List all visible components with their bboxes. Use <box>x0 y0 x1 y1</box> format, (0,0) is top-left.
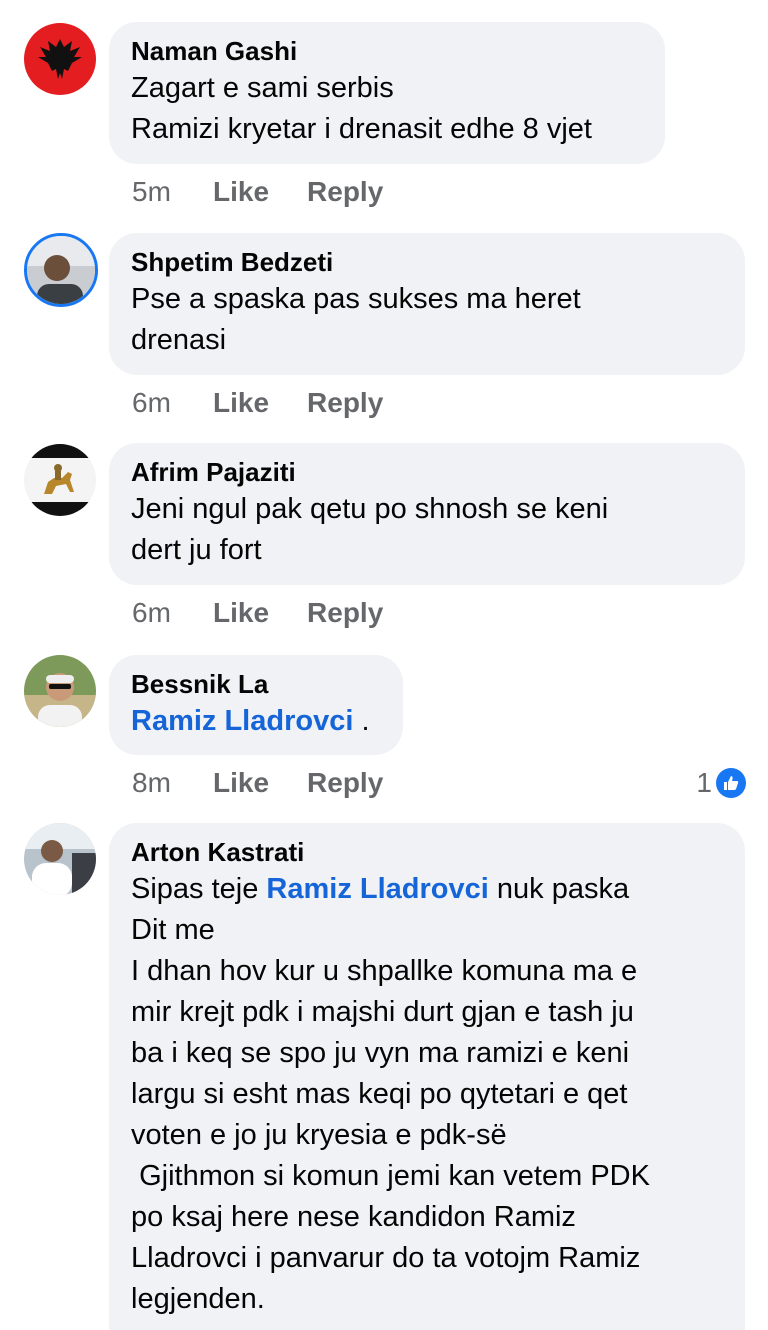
timestamp[interactable]: 6m <box>132 383 213 423</box>
comment-text-line: dert ju fort <box>131 534 262 566</box>
horse-rider-icon <box>24 444 96 516</box>
comment: Afrim Pajaziti Jeni ngul pak qetu po shn… <box>0 420 768 632</box>
comment-text-line: Lladrovci i panvarur do ta votojm Ramiz <box>131 1242 641 1274</box>
comment-bubble: Arton Kastrati Sipas teje Ramiz Lladrovc… <box>109 823 745 1330</box>
comment-text-line: Ramizi kryetar i drenasit edhe 8 vjet <box>131 113 592 145</box>
reaction-summary[interactable]: 1 <box>696 763 746 803</box>
profile-photo-icon <box>27 236 95 304</box>
comment-text-line: Gjithmon si komun jemi kan vetem PDK <box>131 1160 650 1192</box>
avatar[interactable] <box>24 233 98 307</box>
comment-actions: 5m Like Reply <box>132 172 421 212</box>
like-button[interactable]: Like <box>213 172 269 212</box>
comment-actions: 6m Like Reply <box>132 593 421 633</box>
comment-bubble: Bessnik La Ramiz Lladrovci . <box>109 655 403 755</box>
timestamp[interactable]: 5m <box>132 172 213 212</box>
comment-text-line: mir krejt pdk i majshi durt gjan e tash … <box>131 996 634 1028</box>
comment-text-line: largu si esht mas keqi po qytetari e qet <box>131 1078 628 1110</box>
avatar[interactable] <box>24 444 96 516</box>
avatar[interactable] <box>24 23 96 95</box>
reply-button[interactable]: Reply <box>307 593 383 633</box>
author-name[interactable]: Naman Gashi <box>131 34 643 68</box>
comment-text-line: Jeni ngul pak qetu po shnosh se keni <box>131 493 609 525</box>
comment-text-line: Sipas teje Ramiz Lladrovci nuk paska <box>131 869 723 910</box>
comment-text-line: voten e jo ju kryesia e pdk-së <box>131 1119 507 1151</box>
thumbs-up-icon <box>716 768 746 798</box>
comment-text-line: Ramiz Lladrovci . <box>131 701 381 742</box>
reply-button[interactable]: Reply <box>307 172 383 212</box>
comment-bubble: Shpetim Bedzeti Pse a spaska pas sukses … <box>109 233 745 375</box>
author-name[interactable]: Bessnik La <box>131 667 381 701</box>
comment-text-fragment: Sipas teje <box>131 873 267 905</box>
comment-text-line: ba i keq se spo ju vyn ma ramizi e keni <box>131 1037 630 1069</box>
author-name[interactable]: Arton Kastrati <box>131 835 723 869</box>
comment-bubble: Naman Gashi Zagart e sami serbis Ramizi … <box>109 22 665 164</box>
comment: Naman Gashi Zagart e sami serbis Ramizi … <box>0 0 768 210</box>
reply-button[interactable]: Reply <box>307 383 383 423</box>
comment-text-fragment: nuk paska <box>488 873 630 905</box>
avatar[interactable] <box>24 823 96 895</box>
timestamp[interactable]: 8m <box>132 763 213 803</box>
author-name[interactable]: Shpetim Bedzeti <box>131 245 723 279</box>
comment-actions: 6m Like Reply <box>132 383 421 423</box>
profile-photo-icon <box>24 655 96 727</box>
like-button[interactable]: Like <box>213 763 269 803</box>
mention-link[interactable]: Ramiz Lladrovci <box>266 873 488 905</box>
comment: Shpetim Bedzeti Pse a spaska pas sukses … <box>0 210 768 420</box>
comment-text-line: po ksaj here nese kandidon Ramiz <box>131 1201 576 1233</box>
mention-link[interactable]: Ramiz Lladrovci <box>131 705 353 737</box>
albanian-eagle-icon <box>38 39 82 79</box>
avatar[interactable] <box>24 655 96 727</box>
author-name[interactable]: Afrim Pajaziti <box>131 455 723 489</box>
comment-text-line: Dit me <box>131 914 215 946</box>
reaction-count: 1 <box>696 767 712 798</box>
comment-text-fragment: . <box>353 705 370 737</box>
profile-photo-car-icon <box>24 823 96 895</box>
comment-text-line: legjenden. <box>131 1283 265 1315</box>
comment-text-line: drenasi <box>131 324 227 356</box>
comment: Bessnik La Ramiz Lladrovci . 8m Like Rep… <box>0 632 768 810</box>
comment-bubble: Afrim Pajaziti Jeni ngul pak qetu po shn… <box>109 443 745 585</box>
reply-button[interactable]: Reply <box>307 763 383 803</box>
comment-text-line: I dhan hov kur u shpallke komuna ma e <box>131 955 638 987</box>
timestamp[interactable]: 6m <box>132 593 213 633</box>
comment: Arton Kastrati Sipas teje Ramiz Lladrovc… <box>0 810 768 1330</box>
comment-text-line: Pse a spaska pas sukses ma heret <box>131 283 581 315</box>
like-button[interactable]: Like <box>213 383 269 423</box>
comment-text-line: Zagart e sami serbis <box>131 72 394 104</box>
like-button[interactable]: Like <box>213 593 269 633</box>
comment-actions: 8m Like Reply <box>132 763 421 803</box>
